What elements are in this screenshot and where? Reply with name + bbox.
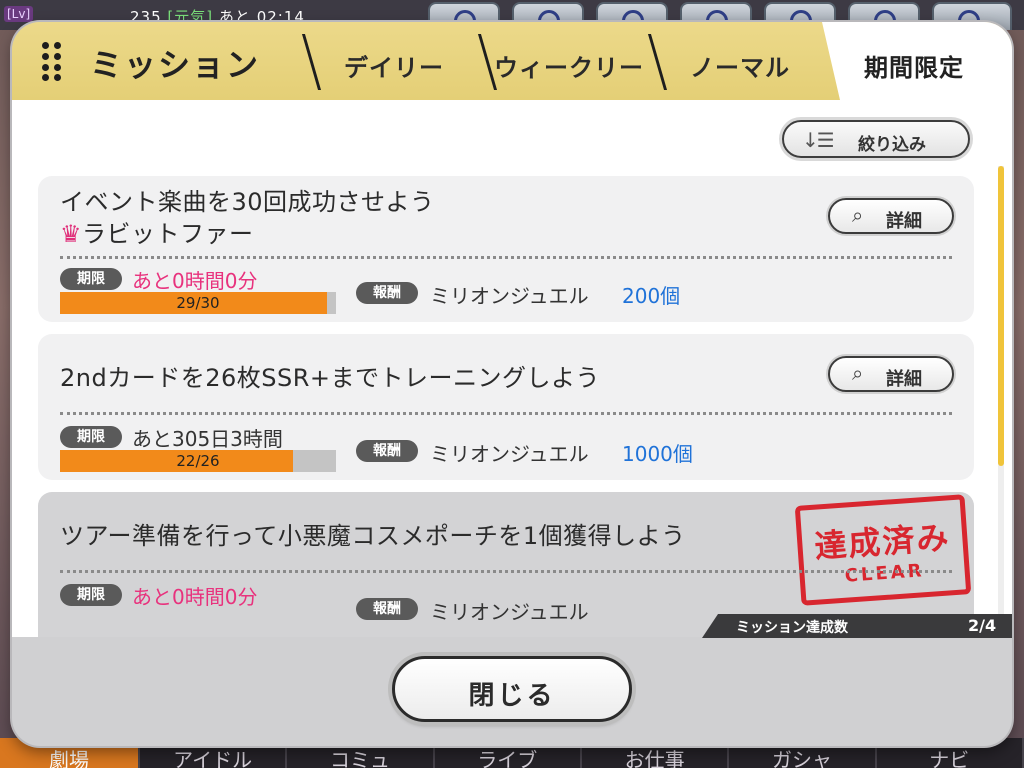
reward-amount: 200個 (622, 284, 681, 308)
deadline-text: あと305日3時間 (132, 427, 283, 451)
cleared-stamp: 達成済み CLEAR (794, 494, 972, 606)
tab-normal[interactable]: ノーマル (690, 48, 790, 83)
deadline-text: あと0時間0分 (132, 269, 258, 293)
tab-divider (301, 34, 322, 90)
mission-modal: ミッション デイリー ウィークリー ノーマル 期間限定 ↓☰ 絞り込み イベント… (12, 22, 1012, 746)
deadline-tag: 期限 (60, 268, 122, 290)
mission-title: ツアー準備を行って小悪魔コスメポーチを1個獲得しよう (60, 522, 686, 550)
reward-amount: 1000個 (622, 442, 693, 466)
filter-button[interactable]: ↓☰ 絞り込み (782, 120, 970, 158)
mission-card: 2ndカードを26枚SSR+までトレーニングしよう ⌕ 詳細 期限 あと305日… (38, 334, 974, 480)
achievement-counter: ミッション達成数 2/4 (702, 614, 1012, 638)
tab-limited-label: 期間限定 (864, 54, 964, 82)
crown-icon: ♛ (60, 220, 83, 248)
mission-card: イベント楽曲を30回成功させよう ♛ラビットファー ⌕ 詳細 期限 あと0時間0… (38, 176, 974, 322)
detail-button[interactable]: ⌕ 詳細 (828, 356, 954, 392)
detail-label: 詳細 (886, 211, 922, 232)
reward-name: ミリオンジュエル (430, 600, 589, 624)
mission-list[interactable]: ↓☰ 絞り込み イベント楽曲を30回成功させよう ♛ラビットファー ⌕ 詳細 期… (12, 100, 1012, 637)
progress-bar: 22/26 (60, 450, 336, 472)
deadline-tag: 期限 (60, 584, 122, 606)
modal-header: ミッション デイリー ウィークリー ノーマル 期間限定 (12, 22, 1012, 100)
mission-title: イベント楽曲を30回成功させよう (60, 188, 435, 216)
dotted-divider (60, 570, 952, 573)
reward-tag: 報酬 (356, 440, 418, 462)
detail-label: 詳細 (886, 369, 922, 390)
reward-name: ミリオンジュエル (430, 284, 589, 308)
dotted-divider (60, 412, 952, 415)
tab-weekly[interactable]: ウィークリー (494, 48, 644, 83)
tab-daily[interactable]: デイリー (344, 48, 444, 83)
magnifier-icon: ⌕ (852, 361, 864, 385)
tab-limited[interactable]: 期間限定 (822, 22, 1012, 100)
tab-divider (647, 34, 668, 90)
mission-subtitle-text: ラビットファー (82, 220, 254, 248)
filter-label: 絞り込み (858, 135, 926, 155)
close-label: 閉じる (468, 681, 556, 711)
progress-text: 29/30 (176, 294, 220, 312)
magnifier-icon: ⌕ (852, 203, 864, 227)
reward-tag: 報酬 (356, 598, 418, 620)
reward-name: ミリオンジュエル (430, 442, 589, 466)
deadline-text: あと0時間0分 (132, 585, 258, 609)
achievement-value: 2/4 (968, 616, 997, 635)
deadline-tag: 期限 (60, 426, 122, 448)
achievement-label: ミッション達成数 (736, 620, 848, 636)
detail-button[interactable]: ⌕ 詳細 (828, 198, 954, 234)
mission-title: 2ndカードを26枚SSR+までトレーニングしよう (60, 364, 601, 392)
progress-bar: 29/30 (60, 292, 336, 314)
progress-text: 22/26 (176, 452, 220, 470)
reward-tag: 報酬 (356, 282, 418, 304)
scrollbar-thumb[interactable] (998, 166, 1004, 466)
grip-icon[interactable] (42, 42, 61, 82)
level-badge: [Lv] (4, 6, 34, 22)
mission-subtitle: ♛ラビットファー (60, 218, 254, 250)
sort-list-icon: ↓☰ (802, 128, 835, 152)
modal-title: ミッション (90, 46, 261, 84)
close-button[interactable]: 閉じる (392, 656, 632, 722)
scrollbar[interactable] (998, 166, 1004, 626)
dotted-divider (60, 256, 952, 259)
